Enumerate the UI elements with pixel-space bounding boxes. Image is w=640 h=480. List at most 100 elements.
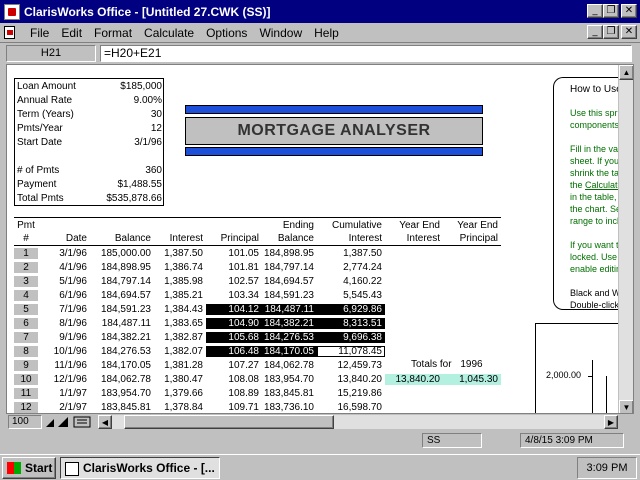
close-button[interactable]: ✕ [621, 4, 637, 18]
taskbar-app-button[interactable]: ClarisWorks Office - [... [60, 457, 220, 479]
table-cell[interactable]: 106.48 [206, 345, 262, 357]
table-cell[interactable]: 1,381.28 [154, 360, 206, 371]
table-cell[interactable]: 184,898.95 [262, 248, 317, 259]
table-cell[interactable]: 1,385.21 [154, 290, 206, 301]
table-cell[interactable]: 184,591.23 [262, 290, 317, 301]
table-cell[interactable]: 102.57 [206, 276, 262, 287]
row-number[interactable]: 4 [14, 289, 38, 301]
table-cell[interactable]: 2,774.24 [317, 262, 385, 273]
table-cell[interactable]: 1,045.30 [443, 373, 501, 385]
app-icon[interactable] [4, 3, 20, 20]
table-cell[interactable]: 1,386.74 [154, 262, 206, 273]
table-cell[interactable]: 184,694.57 [262, 276, 317, 287]
row-number[interactable]: 5 [14, 303, 38, 315]
table-cell[interactable]: 1,385.98 [154, 276, 206, 287]
table-cell[interactable]: 1,387.50 [317, 248, 385, 259]
table-cell[interactable]: 184,487.11 [262, 303, 317, 315]
summary-value[interactable]: 9.00% [90, 95, 162, 106]
help-link-calculate[interactable]: Calculate [585, 180, 623, 190]
row-number[interactable]: 8 [14, 345, 38, 357]
minimize-button[interactable]: _ [587, 4, 603, 18]
row-number[interactable]: 12 [14, 401, 38, 413]
table-cell[interactable]: 6/1/96 [38, 290, 90, 301]
table-cell[interactable]: 12,459.73 [317, 360, 385, 371]
table-cell[interactable]: 1,380.47 [154, 374, 206, 385]
scroll-up-button[interactable]: ▲ [619, 65, 633, 80]
table-cell[interactable]: 15,219.86 [317, 388, 385, 399]
table-cell[interactable]: 184,170.05 [262, 345, 317, 357]
menu-file[interactable]: File [24, 26, 55, 40]
zoom-controls[interactable] [44, 415, 98, 429]
table-cell[interactable]: 184,487.11 [90, 318, 154, 329]
row-number[interactable]: 1 [14, 247, 38, 259]
table-cell[interactable]: 103.34 [206, 290, 262, 301]
row-number[interactable]: 9 [14, 359, 38, 371]
table-cell[interactable]: 9/1/96 [38, 332, 90, 343]
row-number[interactable]: 6 [14, 317, 38, 329]
row-number[interactable]: 7 [14, 331, 38, 343]
table-cell[interactable]: 184,382.21 [262, 317, 317, 329]
table-cell[interactable]: 8/1/96 [38, 318, 90, 329]
table-cell[interactable]: 4/1/96 [38, 262, 90, 273]
table-cell[interactable]: 185,000.00 [90, 248, 154, 259]
summary-value[interactable]: 360 [90, 165, 162, 176]
table-cell[interactable]: 11/1/96 [38, 360, 90, 371]
chart-area[interactable]: 2,000.00 [535, 323, 623, 413]
row-number[interactable]: 11 [14, 387, 38, 399]
scroll-down-button[interactable]: ▼ [619, 400, 633, 413]
row-number[interactable]: 3 [14, 275, 38, 287]
row-number[interactable]: 2 [14, 261, 38, 273]
start-button[interactable]: Start [2, 457, 56, 479]
table-cell[interactable]: 1,378.84 [154, 402, 206, 413]
table-cell[interactable]: 184,382.21 [90, 332, 154, 343]
table-cell[interactable]: 184,898.95 [90, 262, 154, 273]
table-cell[interactable]: 1/1/97 [38, 388, 90, 399]
table-cell[interactable]: 5/1/96 [38, 276, 90, 287]
cell-reference[interactable]: H21 [6, 45, 96, 62]
menu-window[interactable]: Window [253, 26, 308, 40]
table-cell[interactable]: 184,170.05 [90, 360, 154, 371]
table-cell[interactable]: 101.05 [206, 248, 262, 259]
zoom-level[interactable]: 100 [8, 415, 42, 429]
document-icon[interactable] [2, 25, 18, 41]
table-cell[interactable]: 7/1/96 [38, 304, 90, 315]
table-cell[interactable]: 183,954.70 [90, 388, 154, 399]
table-cell[interactable]: 13,840.20 [385, 373, 443, 385]
table-cell[interactable]: 1,382.87 [154, 332, 206, 343]
summary-value[interactable]: $1,488.55 [90, 179, 163, 190]
table-cell[interactable]: 184,797.14 [90, 276, 154, 287]
table-cell[interactable]: 109.71 [206, 402, 262, 413]
row-number[interactable]: 10 [14, 373, 38, 385]
table-cell[interactable]: 184,062.78 [90, 374, 154, 385]
menu-edit[interactable]: Edit [55, 26, 88, 40]
table-cell[interactable]: 183,845.81 [262, 388, 317, 399]
window-titlebar[interactable]: ClarisWorks Office - [Untitled 27.CWK (S… [0, 0, 640, 23]
table-cell[interactable]: 9,696.38 [317, 331, 385, 343]
table-cell[interactable]: 108.08 [206, 374, 262, 385]
table-cell[interactable]: 1,387.50 [154, 248, 206, 259]
table-cell[interactable]: 184,797.14 [262, 262, 317, 273]
table-cell[interactable]: 3/1/96 [38, 248, 90, 259]
table-cell[interactable]: 184,062.78 [262, 360, 317, 371]
restore-button[interactable]: ❐ [603, 4, 619, 18]
doc-restore-button[interactable]: ❐ [603, 25, 619, 39]
table-cell[interactable]: 1,384.43 [154, 304, 206, 315]
menu-calculate[interactable]: Calculate [138, 26, 200, 40]
table-cell[interactable]: 13,840.20 [317, 374, 385, 385]
table-cell[interactable]: 8,313.51 [317, 317, 385, 329]
summary-value[interactable]: 12 [90, 123, 162, 134]
menu-format[interactable]: Format [88, 26, 138, 40]
scroll-left-button[interactable]: ◀ [98, 415, 112, 429]
table-cell[interactable]: 107.27 [206, 360, 262, 371]
table-cell[interactable]: 104.90 [206, 317, 262, 329]
formula-input[interactable]: =H20+E21 [100, 45, 632, 62]
table-cell[interactable]: 1,379.66 [154, 388, 206, 399]
menu-options[interactable]: Options [200, 26, 253, 40]
summary-value[interactable]: $185,000 [90, 81, 162, 92]
table-cell[interactable]: 183,736.10 [262, 402, 317, 413]
table-cell[interactable]: 12/1/96 [38, 374, 90, 385]
doc-close-button[interactable]: ✕ [621, 25, 637, 39]
spreadsheet[interactable]: Loan Amount $185,000 Annual Rate 9.00% Ter… [6, 64, 634, 414]
table-cell[interactable]: 184,591.23 [90, 304, 154, 315]
vertical-scrollbar[interactable]: ▲ ▼ [618, 65, 633, 413]
